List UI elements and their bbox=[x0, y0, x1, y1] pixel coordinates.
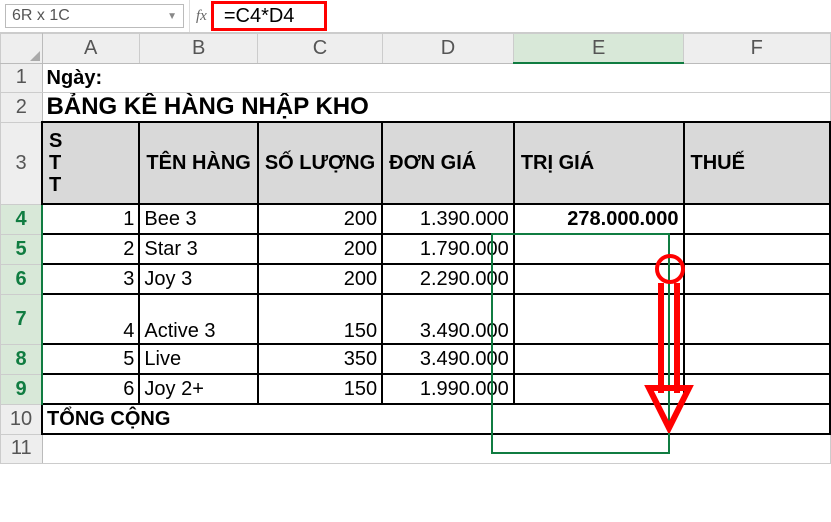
cell-E9[interactable] bbox=[515, 375, 683, 403]
row-4: 4 1 Bee 3 200 1.390.000 278.000.000 bbox=[1, 204, 831, 234]
cell-A7[interactable]: 4 bbox=[43, 295, 138, 343]
cell-A5[interactable]: 2 bbox=[43, 235, 138, 263]
header-tri-gia[interactable]: TRỊ GIÁ bbox=[515, 123, 683, 203]
spreadsheet-grid[interactable]: A B C D E F 1 Ngày: 2 BẢNG KÊ HÀNG NHẬP … bbox=[0, 33, 831, 464]
cell-D4[interactable]: 1.390.000 bbox=[383, 205, 513, 233]
cell-C7[interactable]: 150 bbox=[259, 295, 381, 343]
row-head-3[interactable]: 3 bbox=[1, 122, 43, 204]
cell-A4[interactable]: 1 bbox=[43, 205, 138, 233]
cell-E8[interactable] bbox=[515, 345, 683, 373]
formula-bar: 6R x 1C ▼ fx =C4*D4 bbox=[0, 0, 831, 33]
cell-E7[interactable] bbox=[515, 295, 683, 343]
fx-icon[interactable]: fx bbox=[189, 0, 213, 32]
col-head-D[interactable]: D bbox=[382, 34, 514, 64]
cell-A6[interactable]: 3 bbox=[43, 265, 138, 293]
cell-B9[interactable]: Joy 2+ bbox=[140, 375, 256, 403]
row-10: 10 TỔNG CỘNG bbox=[1, 404, 831, 434]
col-head-C[interactable]: C bbox=[258, 34, 382, 64]
cell-A8[interactable]: 5 bbox=[43, 345, 138, 373]
row-head-5[interactable]: 5 bbox=[1, 234, 43, 264]
name-box[interactable]: 6R x 1C ▼ bbox=[5, 4, 184, 28]
cell-C9[interactable]: 150 bbox=[259, 375, 381, 403]
row-head-4[interactable]: 4 bbox=[1, 204, 43, 234]
row-head-6[interactable]: 6 bbox=[1, 264, 43, 294]
col-head-F[interactable]: F bbox=[684, 34, 831, 64]
cell-A9[interactable]: 6 bbox=[43, 375, 138, 403]
cell-C8[interactable]: 350 bbox=[259, 345, 381, 373]
cell-B5[interactable]: Star 3 bbox=[140, 235, 256, 263]
select-all-corner[interactable] bbox=[1, 34, 43, 64]
row-8: 8 5 Live 350 3.490.000 bbox=[1, 344, 831, 374]
col-head-E[interactable]: E bbox=[514, 34, 684, 64]
row-head-2[interactable]: 2 bbox=[1, 93, 43, 123]
cell-B8[interactable]: Live bbox=[140, 345, 256, 373]
cell-C5[interactable]: 200 bbox=[259, 235, 381, 263]
header-stt[interactable]: S T T bbox=[43, 123, 138, 203]
row-head-1[interactable]: 1 bbox=[1, 63, 43, 93]
cell-A11[interactable] bbox=[43, 435, 830, 463]
name-box-value: 6R x 1C bbox=[12, 7, 70, 25]
row-2: 2 BẢNG KÊ HÀNG NHẬP KHO bbox=[1, 93, 831, 123]
header-ten-hang[interactable]: TÊN HÀNG bbox=[140, 123, 256, 203]
row-6: 6 3 Joy 3 200 2.290.000 bbox=[1, 264, 831, 294]
cell-A10[interactable]: TỔNG CỘNG bbox=[43, 405, 829, 433]
cell-F6[interactable] bbox=[685, 265, 830, 293]
cell-B7[interactable]: Active 3 bbox=[140, 295, 256, 343]
header-thue[interactable]: THUẾ bbox=[685, 123, 830, 203]
cell-F7[interactable] bbox=[685, 295, 830, 343]
row-11: 11 bbox=[1, 434, 831, 464]
row-3: 3 S T T TÊN HÀNG SỐ LƯỢNG ĐƠN GIÁ TRỊ GI… bbox=[1, 122, 831, 204]
cell-F5[interactable] bbox=[685, 235, 830, 263]
col-head-A[interactable]: A bbox=[42, 34, 139, 64]
formula-highlight: =C4*D4 bbox=[211, 1, 328, 31]
header-don-gia[interactable]: ĐƠN GIÁ bbox=[383, 123, 513, 203]
cell-F9[interactable] bbox=[685, 375, 830, 403]
cell-A1[interactable]: Ngày: bbox=[43, 64, 830, 92]
cell-C6[interactable]: 200 bbox=[259, 265, 381, 293]
header-so-luong[interactable]: SỐ LƯỢNG bbox=[259, 123, 381, 203]
row-1: 1 Ngày: bbox=[1, 63, 831, 93]
row-head-9[interactable]: 9 bbox=[1, 374, 43, 404]
cell-E5[interactable] bbox=[515, 235, 683, 263]
cell-B6[interactable]: Joy 3 bbox=[140, 265, 256, 293]
cell-B4[interactable]: Bee 3 bbox=[140, 205, 256, 233]
cell-D7[interactable]: 3.490.000 bbox=[383, 295, 513, 343]
cell-E6[interactable] bbox=[515, 265, 683, 293]
formula-text: =C4*D4 bbox=[224, 5, 295, 28]
formula-input[interactable]: =C4*D4 bbox=[213, 0, 332, 32]
row-head-10[interactable]: 10 bbox=[1, 404, 43, 434]
cell-A2[interactable]: BẢNG KÊ HÀNG NHẬP KHO bbox=[43, 93, 830, 121]
cell-D5[interactable]: 1.790.000 bbox=[383, 235, 513, 263]
cell-F8[interactable] bbox=[685, 345, 830, 373]
row-5: 5 2 Star 3 200 1.790.000 bbox=[1, 234, 831, 264]
row-head-8[interactable]: 8 bbox=[1, 344, 43, 374]
cell-D9[interactable]: 1.990.000 bbox=[383, 375, 513, 403]
cell-E4[interactable]: 278.000.000 bbox=[515, 205, 683, 233]
row-9: 9 6 Joy 2+ 150 1.990.000 bbox=[1, 374, 831, 404]
col-head-B[interactable]: B bbox=[139, 34, 257, 64]
cell-C4[interactable]: 200 bbox=[259, 205, 381, 233]
row-head-7[interactable]: 7 bbox=[1, 294, 43, 344]
cell-F4[interactable] bbox=[685, 205, 830, 233]
cell-D8[interactable]: 3.490.000 bbox=[383, 345, 513, 373]
row-head-11[interactable]: 11 bbox=[1, 434, 43, 464]
cell-D6[interactable]: 2.290.000 bbox=[383, 265, 513, 293]
chevron-down-icon[interactable]: ▼ bbox=[167, 11, 177, 22]
row-7: 7 4 Active 3 150 3.490.000 bbox=[1, 294, 831, 344]
